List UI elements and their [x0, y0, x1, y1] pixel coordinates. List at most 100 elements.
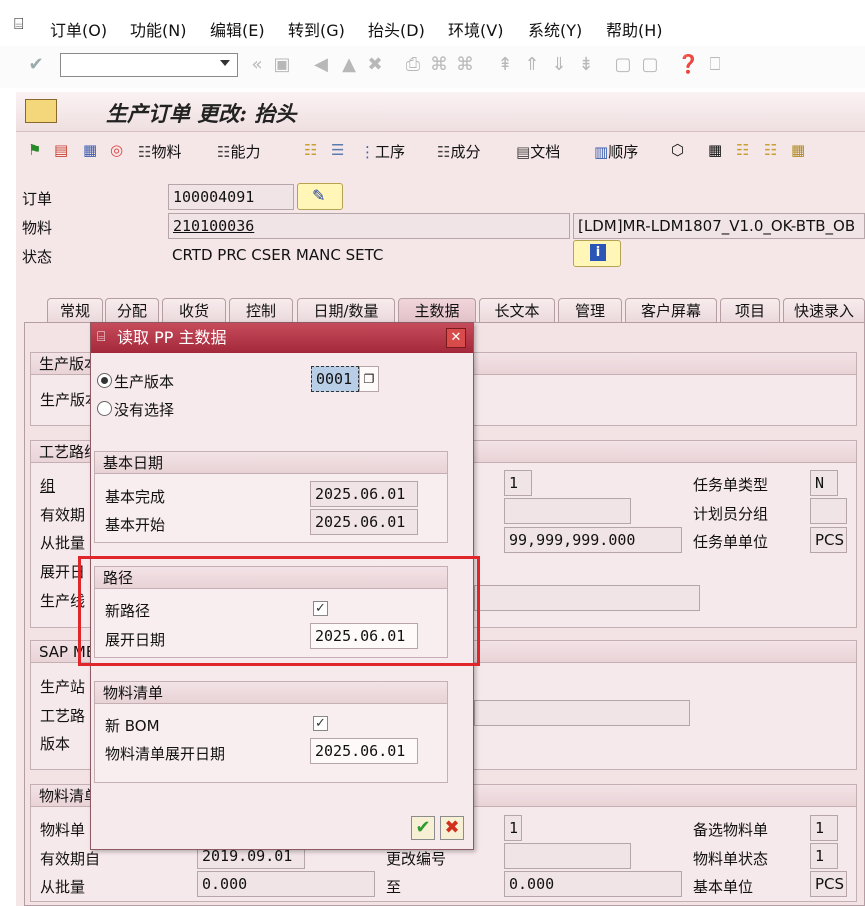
component-button[interactable]: ☷成分	[437, 141, 480, 162]
material-label: 物料	[22, 219, 53, 237]
network-icon[interactable]: ☷	[764, 141, 777, 159]
tab-control[interactable]: 控制	[229, 298, 293, 322]
tab-dates-quantities[interactable]: 日期/数量	[297, 298, 395, 322]
menu-environment[interactable]: 环境(V)	[448, 17, 503, 41]
flag-icon[interactable]: ⚑	[28, 141, 41, 159]
routing-from-lot-label: 从批量	[40, 534, 86, 552]
menu-window-icon[interactable]: ⌸	[14, 14, 24, 34]
document-icon: ▤	[516, 143, 531, 161]
command-dropdown-icon[interactable]	[220, 60, 230, 66]
bom-explosion-date-field[interactable]: 2025.06.01	[310, 738, 418, 764]
bom-to-field: 0.000	[504, 871, 682, 897]
dialog-close-button[interactable]: ✕	[446, 328, 466, 348]
cube-icon[interactable]: ⬡	[671, 141, 684, 159]
radio-production-version[interactable]	[97, 373, 112, 388]
planner-group-field	[810, 498, 847, 524]
bom-to-label: 至	[386, 878, 402, 896]
menu-system[interactable]: 系统(Y)	[528, 17, 582, 41]
pencil-icon: ✎	[312, 186, 326, 205]
print-icon[interactable]: ⎙	[402, 54, 424, 76]
routing-lot-to-field: 99,999,999.000	[504, 527, 682, 553]
task-list-type-field: N	[810, 470, 838, 496]
prev-page-icon[interactable]: ⇑	[521, 54, 543, 76]
cancel-icon[interactable]: ✖	[364, 54, 386, 76]
tab-assignment[interactable]: 分配	[105, 298, 159, 322]
bom-from-lot-label: 从批量	[40, 878, 86, 896]
back-arrows-icon[interactable]: «	[246, 54, 268, 76]
hierarchy-icon[interactable]: ☷	[304, 141, 317, 159]
routing-group-label[interactable]: 组	[40, 475, 55, 496]
capacity-icon: ☷	[217, 143, 231, 161]
calculator-icon[interactable]: ▦	[83, 141, 97, 159]
capacity-button[interactable]: ☷能力	[217, 141, 260, 162]
tab-goods-receipt[interactable]: 收货	[162, 298, 226, 322]
page-title: 生产订单 更改: 抬头	[106, 101, 297, 126]
material-description: [LDM]MR-LDM1807_V1.0_OK-BTB_OB	[573, 213, 865, 239]
new-bom-checkbox[interactable]: ✓	[313, 716, 328, 731]
layout-icon[interactable]: ⎕	[704, 54, 726, 76]
menu-edit[interactable]: 编辑(E)	[210, 17, 265, 41]
bom-change-no-label: 更改编号	[386, 850, 447, 868]
last-page-icon[interactable]: ⇟	[575, 54, 597, 76]
document-button[interactable]: ▤文档	[516, 141, 560, 162]
order-label: 订单	[22, 190, 53, 208]
alt-bom-field: 1	[810, 815, 838, 841]
bom-counter-field: 1	[504, 815, 522, 841]
radio-no-selection[interactable]	[97, 401, 112, 416]
bom-status-label: 物料单状态	[693, 850, 769, 868]
menu-function[interactable]: 功能(N)	[130, 17, 186, 41]
material-field[interactable]: 210100036	[168, 213, 570, 239]
tab-administration[interactable]: 管理	[558, 298, 622, 322]
production-version-matchcode-button[interactable]: ❐	[359, 366, 379, 392]
status-info-button[interactable]: i	[573, 240, 621, 267]
tab-long-text[interactable]: 长文本	[479, 298, 555, 322]
bom-from-lot-field: 0.000	[197, 871, 375, 897]
tab-fast-entry[interactable]: 快速录入	[783, 298, 865, 322]
material-button[interactable]: ☷物料	[138, 141, 181, 162]
menu-header[interactable]: 抬头(D)	[368, 17, 425, 41]
grid-icon[interactable]: ▦	[791, 141, 805, 159]
back-icon[interactable]: ◀	[310, 54, 332, 76]
sequence-button[interactable]: ▥顺序	[594, 141, 638, 162]
menu-goto[interactable]: 转到(G)	[288, 17, 345, 41]
next-page-icon[interactable]: ⇓	[548, 54, 570, 76]
tab-project[interactable]: 项目	[720, 298, 780, 322]
bom-status-field: 1	[810, 843, 838, 869]
order-field: 100004091	[168, 184, 294, 210]
sap-me-routing-field	[474, 700, 690, 726]
new-session-icon[interactable]: ▢	[612, 54, 634, 76]
table-icon[interactable]: ▦	[708, 141, 722, 159]
save-icon[interactable]: ▣	[271, 54, 293, 76]
find-next-icon[interactable]: ⌘	[454, 54, 476, 76]
tab-customer-screen[interactable]: 客户屏幕	[625, 298, 717, 322]
routing-valid-label: 有效期	[40, 506, 86, 524]
edit-order-button[interactable]: ✎	[297, 183, 343, 210]
enter-icon[interactable]: ✔	[25, 54, 47, 76]
production-version-field[interactable]: 0001	[311, 366, 359, 392]
routing-change-field	[504, 498, 631, 524]
status-icon[interactable]: ▤	[54, 141, 68, 159]
base-unit-label: 基本单位	[693, 878, 754, 896]
find-icon[interactable]: ⌘	[428, 54, 450, 76]
dialog-title: 读取 PP 主数据	[91, 323, 473, 353]
tab-general[interactable]: 常规	[47, 298, 103, 322]
operation-button[interactable]: ⋮工序	[360, 141, 405, 162]
help-icon[interactable]: ❓	[677, 54, 699, 76]
status-label: 状态	[22, 248, 53, 266]
basic-finish-field: 2025.06.01	[310, 481, 418, 507]
basic-start-field: 2025.06.01	[310, 509, 418, 535]
info-icon: i	[590, 244, 606, 261]
shortcut-icon[interactable]: ▢	[639, 54, 661, 76]
lifebuoy-icon[interactable]: ◎	[110, 141, 123, 159]
menu-order[interactable]: 订单(O)	[50, 17, 107, 41]
tab-master-data[interactable]: 主数据	[398, 298, 476, 322]
stack-icon[interactable]: ☰	[331, 141, 344, 159]
command-field[interactable]	[60, 53, 238, 77]
dialog-confirm-button[interactable]: ✔	[411, 816, 435, 840]
first-page-icon[interactable]: ⇞	[494, 54, 516, 76]
tree-icon[interactable]: ☷	[736, 141, 749, 159]
menu-help[interactable]: 帮助(H)	[606, 17, 663, 41]
exit-icon[interactable]: ▲	[338, 54, 360, 76]
bom-explosion-date-label: 物料清单展开日期	[105, 745, 226, 763]
dialog-cancel-button[interactable]: ✖	[440, 816, 464, 840]
